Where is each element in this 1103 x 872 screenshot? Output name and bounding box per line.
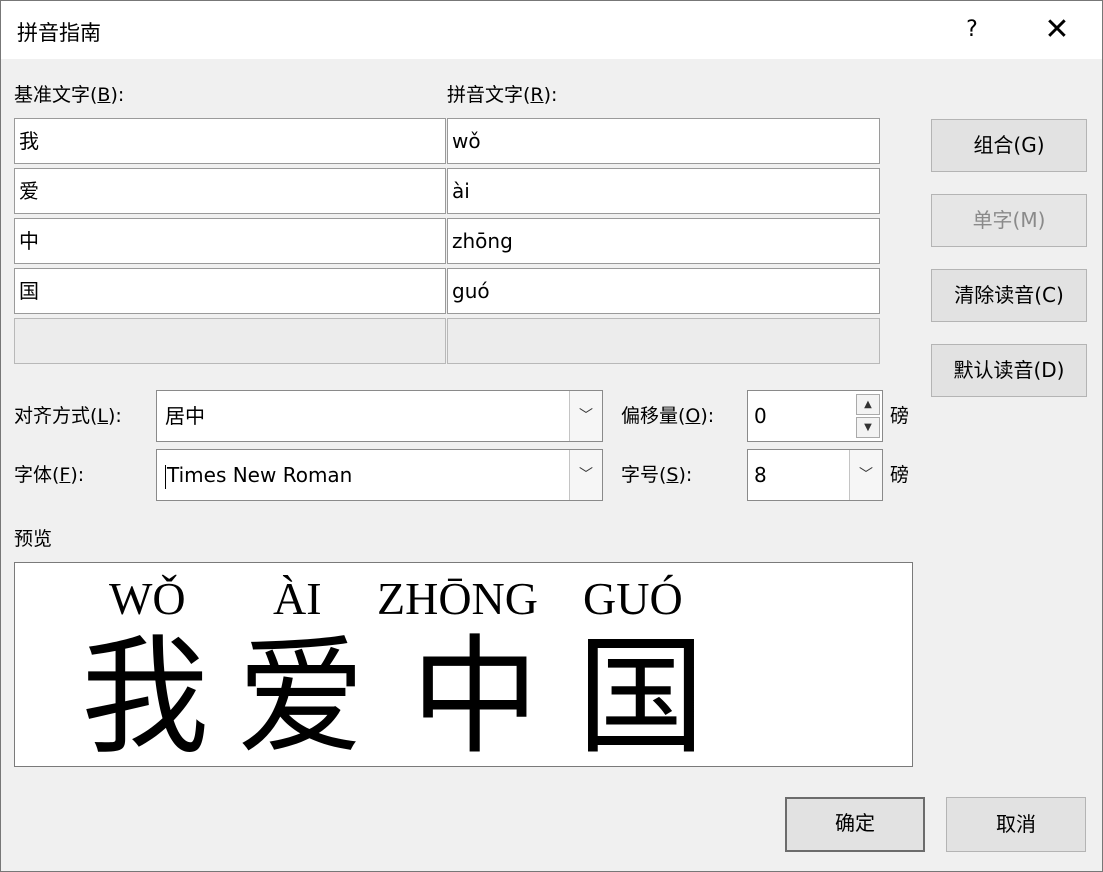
alignment-label-accel: L	[97, 405, 109, 427]
base-text-field-4[interactable]: 国	[14, 268, 446, 314]
alignment-value: 居中	[165, 404, 205, 428]
pinyin-text-field-1[interactable]: wǒ	[447, 118, 880, 164]
pinyin-text-header: 拼音文字(R):	[447, 83, 557, 107]
offset-label-text: 偏移量(	[621, 405, 686, 427]
size-label-accel: S	[666, 464, 679, 486]
text-caret	[165, 464, 166, 489]
font-label-text: 字体(	[14, 464, 60, 486]
group-button[interactable]: 组合(G)	[931, 119, 1087, 172]
preview-panel: WǑ ÀI ZHŌNG GUÓ 我 爱 中 国	[14, 562, 913, 767]
base-text-header-label: 基准文字(	[14, 84, 98, 106]
title-bar: 拼音指南 ? ✕	[1, 1, 1102, 59]
single-char-button[interactable]: 单字(M)	[931, 194, 1087, 247]
offset-unit: 磅	[890, 405, 910, 427]
font-select[interactable]: Times New Roman ﹀	[156, 449, 603, 501]
preview-char-2: 爱	[237, 623, 366, 767]
preview-label: 预览	[14, 528, 53, 550]
alignment-label-text: 对齐方式(	[14, 405, 98, 427]
preview-pinyin-4: GUÓ	[583, 573, 683, 624]
base-text-field-5	[14, 318, 446, 364]
font-label-end: ):	[70, 464, 85, 486]
chevron-down-icon[interactable]: ﹀	[569, 450, 602, 500]
base-text-field-2[interactable]: 爱	[14, 168, 446, 214]
chevron-down-icon[interactable]: ﹀	[849, 450, 882, 500]
size-value[interactable]: 8	[754, 462, 767, 488]
preview-pinyin-3: ZHŌNG	[377, 573, 538, 624]
pinyin-text-header-accel: R	[530, 84, 544, 106]
base-text-header-accel: B	[97, 84, 111, 106]
preview-char-4: 国	[577, 623, 706, 767]
close-icon[interactable]: ✕	[1037, 13, 1077, 47]
size-label: 字号(S):	[621, 463, 692, 487]
spin-up-icon[interactable]: ▲	[856, 394, 880, 415]
preview-char-1: 我	[81, 623, 210, 767]
spin-down-icon[interactable]: ▼	[856, 417, 880, 438]
help-icon[interactable]: ?	[957, 13, 987, 47]
clear-reading-button[interactable]: 清除读音(C)	[931, 269, 1087, 322]
offset-label: 偏移量(O):	[621, 404, 714, 428]
default-reading-button[interactable]: 默认读音(D)	[931, 344, 1087, 397]
alignment-select[interactable]: 居中 ﹀	[156, 390, 603, 442]
alignment-label: 对齐方式(L):	[14, 404, 122, 428]
alignment-label-end: ):	[108, 405, 122, 427]
pinyin-text-field-4[interactable]: guó	[447, 268, 880, 314]
chevron-down-icon[interactable]: ﹀	[569, 391, 602, 441]
base-text-field-1[interactable]: 我	[14, 118, 446, 164]
offset-label-end: ):	[700, 405, 715, 427]
dialog-title: 拼音指南	[17, 21, 101, 45]
pinyin-text-field-5	[447, 318, 880, 364]
preview-char-3: 中	[411, 623, 540, 767]
pinyin-text-field-2[interactable]: ài	[447, 168, 880, 214]
size-label-text: 字号(	[621, 464, 667, 486]
preview-pinyin-2: ÀI	[273, 573, 322, 624]
offset-label-accel: O	[685, 405, 701, 427]
base-text-field-3[interactable]: 中	[14, 218, 446, 264]
size-label-end: ):	[678, 464, 693, 486]
offset-stepper[interactable]: 0 ▲ ▼	[747, 390, 883, 442]
cancel-button[interactable]: 取消	[946, 797, 1086, 852]
base-text-header: 基准文字(B):	[14, 83, 124, 107]
pinyin-text-header-end: ):	[543, 84, 558, 106]
offset-value[interactable]: 0	[754, 403, 767, 429]
phonetic-guide-dialog: 拼音指南 ? ✕ 基准文字(B): 拼音文字(R): 我 wǒ 爱 ài 中 z…	[0, 0, 1103, 872]
base-text-header-end: ):	[110, 84, 125, 106]
pinyin-text-field-3[interactable]: zhōng	[447, 218, 880, 264]
pinyin-text-header-label: 拼音文字(	[447, 84, 531, 106]
ok-button[interactable]: 确定	[785, 797, 925, 852]
font-label-accel: F	[59, 464, 71, 486]
font-label: 字体(F):	[14, 463, 84, 487]
font-value-text: Times New Roman	[167, 463, 353, 487]
size-unit: 磅	[890, 464, 910, 486]
size-select[interactable]: 8 ﹀	[747, 449, 883, 501]
font-value[interactable]: Times New Roman	[165, 462, 352, 489]
preview-pinyin-1: WǑ	[109, 573, 186, 624]
